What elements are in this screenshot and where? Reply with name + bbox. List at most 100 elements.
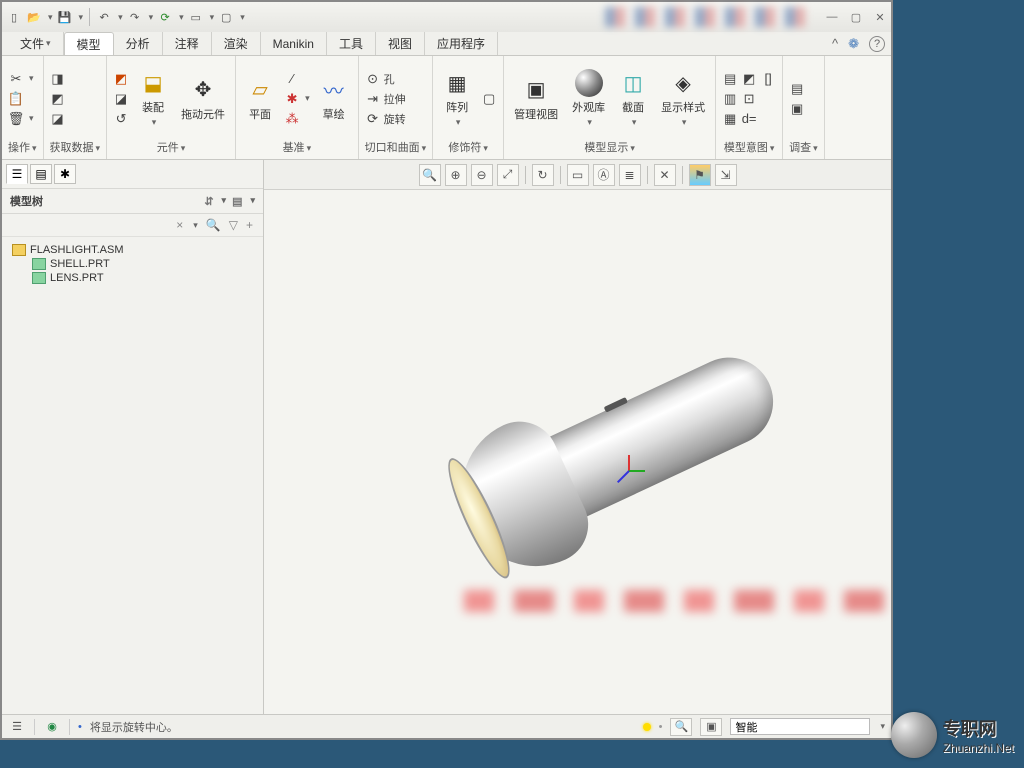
tree-tab-2[interactable]: ▤	[30, 164, 52, 184]
sb-find-icon[interactable]: 🔍	[670, 718, 692, 736]
saved-views-icon[interactable]: ▭	[567, 164, 589, 186]
open-dd-icon[interactable]: ▾	[48, 12, 53, 23]
tab-manikin[interactable]: Manikin	[261, 32, 327, 55]
filter-input[interactable]	[730, 718, 870, 735]
views-button[interactable]: ▣管理视图	[510, 74, 562, 124]
refit-icon[interactable]: ⤢	[497, 164, 519, 186]
statusbar: ☰ ◉ • 将显示旋转中心。 • 🔍 ▣ ▾	[2, 714, 891, 738]
tab-analysis[interactable]: 分析	[114, 32, 163, 55]
dt-csys[interactable]: ⁂	[284, 111, 310, 127]
sb-tree-icon[interactable]: ☰	[8, 718, 26, 736]
tree-panel: ☰ ▤ ✱ 模型树 ⇵▾ ▤▾ × ▾ 🔍 ▽ + FLASHLIGHT.ASM	[2, 160, 264, 714]
gd-2[interactable]: ◩	[50, 91, 66, 107]
tree-filter-icon[interactable]: ▽	[229, 218, 238, 232]
int-1[interactable]: ▤◩[]	[722, 71, 776, 87]
tab-tools[interactable]: 工具	[327, 32, 376, 55]
viewopt-icon[interactable]: ✕	[654, 164, 676, 186]
sb-browser-icon[interactable]: ◉	[43, 718, 61, 736]
regen-dd-icon[interactable]: ▾	[179, 12, 184, 23]
revolve-button[interactable]: ⟳旋转	[365, 111, 406, 127]
int-3[interactable]: ▦d=	[722, 111, 776, 127]
colortree-icon[interactable]: ⚑	[689, 164, 711, 186]
op-paste[interactable]: 📋	[8, 91, 34, 107]
tree-child-1[interactable]: SHELL.PRT	[12, 257, 253, 271]
explode-icon[interactable]: ⇲	[715, 164, 737, 186]
inv-2[interactable]: ▣	[789, 101, 805, 117]
tab-annotate[interactable]: 注释	[163, 32, 212, 55]
ribbon-datum: ▱平面 ∕ ✱▾ ⁂ 〰草绘 基准▾	[236, 56, 359, 159]
undo-icon[interactable]: ↶	[96, 9, 112, 25]
open-icon[interactable]: 📂	[26, 9, 42, 25]
int-2[interactable]: ▥⊡	[722, 91, 776, 107]
ribbon-intent-label: 模型意图	[724, 142, 768, 154]
tab-file[interactable]: 文件▾	[8, 32, 64, 55]
new-icon[interactable]: ▯	[6, 9, 22, 25]
ribbon-cut-label: 切口和曲面	[365, 142, 420, 154]
drag-comp-button[interactable]: ✥拖动元件	[177, 74, 229, 124]
hole-button[interactable]: ⊙孔	[365, 71, 406, 87]
plane-button[interactable]: ▱平面	[242, 74, 278, 124]
tab-apps[interactable]: 应用程序	[425, 32, 498, 55]
ribbon-mod-label: 修饰符	[448, 142, 481, 154]
dt-axis[interactable]: ∕	[284, 71, 310, 87]
close-button[interactable]: ✕	[873, 10, 887, 24]
layers-icon[interactable]: ≣	[619, 164, 641, 186]
gd-1[interactable]: ◨	[50, 71, 66, 87]
tree-tab-1[interactable]: ☰	[6, 164, 28, 184]
redo-dd-icon[interactable]: ▾	[149, 12, 154, 23]
sb-box-icon[interactable]: ▣	[700, 718, 722, 736]
zoom-out-icon[interactable]: ⊖	[471, 164, 493, 186]
tree-find-icon[interactable]: 🔍	[206, 218, 221, 232]
collapse-ribbon-icon[interactable]: ^	[832, 36, 838, 51]
dispstyle-button[interactable]: ◈显示样式▾	[657, 67, 709, 130]
csys-triad	[614, 455, 644, 485]
viewport[interactable]: ↖	[264, 190, 891, 714]
windows-dd-icon[interactable]: ▾	[210, 12, 215, 23]
pattern-button[interactable]: ▦阵列▾	[439, 67, 475, 130]
inv-1[interactable]: ▤	[789, 81, 805, 97]
qat-more-icon[interactable]: ▾	[240, 12, 245, 23]
reorient-icon[interactable]: ↻	[532, 164, 554, 186]
menubar: 文件▾ 模型 分析 注释 渲染 Manikin 工具 视图 应用程序 ^ ❁ ?	[2, 32, 891, 56]
op-del[interactable]: 🗑▾	[8, 111, 34, 127]
status-message: 将显示旋转中心。	[90, 719, 178, 735]
appearance-button[interactable]: 外观库▾	[568, 67, 609, 130]
op-copy[interactable]: ✂▾	[8, 71, 34, 87]
regen-icon[interactable]: ⟳	[157, 9, 173, 25]
zoom-fit-icon[interactable]: ⊕	[445, 164, 467, 186]
settings-icon[interactable]: ❁	[848, 36, 859, 52]
windows-icon[interactable]: ▭	[188, 9, 204, 25]
zoom-in-icon[interactable]: 🔍	[419, 164, 441, 186]
tab-render[interactable]: 渲染	[212, 32, 261, 55]
ribbon-display: ▣管理视图 外观库▾ ◫截面▾ ◈显示样式▾ 模型显示▾	[504, 56, 716, 159]
annot-icon[interactable]: Ⓐ	[593, 164, 615, 186]
close-icon[interactable]: ▢	[218, 9, 234, 25]
tab-view[interactable]: 视图	[376, 32, 425, 55]
dt-pt[interactable]: ✱▾	[284, 91, 310, 107]
mod-s1[interactable]: ▢	[481, 91, 497, 107]
tree-root[interactable]: FLASHLIGHT.ASM	[12, 243, 253, 257]
minimize-button[interactable]: —	[825, 10, 839, 24]
tree-tab-3[interactable]: ✱	[54, 164, 76, 184]
extrude-button[interactable]: ⇥拉伸	[365, 91, 406, 107]
cp-s2[interactable]: ◪	[113, 91, 129, 107]
undo-dd-icon[interactable]: ▾	[118, 12, 123, 23]
help-icon[interactable]: ?	[869, 36, 885, 52]
tree-opt2-icon[interactable]: ▤	[232, 195, 242, 208]
sketch-button[interactable]: 〰草绘	[316, 74, 352, 124]
gd-3[interactable]: ◪	[50, 111, 66, 127]
assemble-button[interactable]: ⬓装配▾	[135, 67, 171, 130]
cp-s1[interactable]: ◩	[113, 71, 129, 87]
save-dd-icon[interactable]: ▾	[79, 12, 84, 23]
tree-opt1-icon[interactable]: ⇵	[204, 195, 213, 208]
section-button[interactable]: ◫截面▾	[615, 67, 651, 130]
tree-close-icon[interactable]: ×	[176, 218, 183, 232]
save-icon[interactable]: 💾	[57, 9, 73, 25]
maximize-button[interactable]: ▢	[849, 10, 863, 24]
tab-model[interactable]: 模型	[64, 32, 114, 55]
redo-icon[interactable]: ↷	[127, 9, 143, 25]
cp-s3[interactable]: ↺	[113, 111, 129, 127]
tree-add-icon[interactable]: +	[246, 218, 253, 232]
tree-child-2[interactable]: LENS.PRT	[12, 271, 253, 285]
main-area: ☰ ▤ ✱ 模型树 ⇵▾ ▤▾ × ▾ 🔍 ▽ + FLASHLIGHT.ASM	[2, 160, 891, 714]
